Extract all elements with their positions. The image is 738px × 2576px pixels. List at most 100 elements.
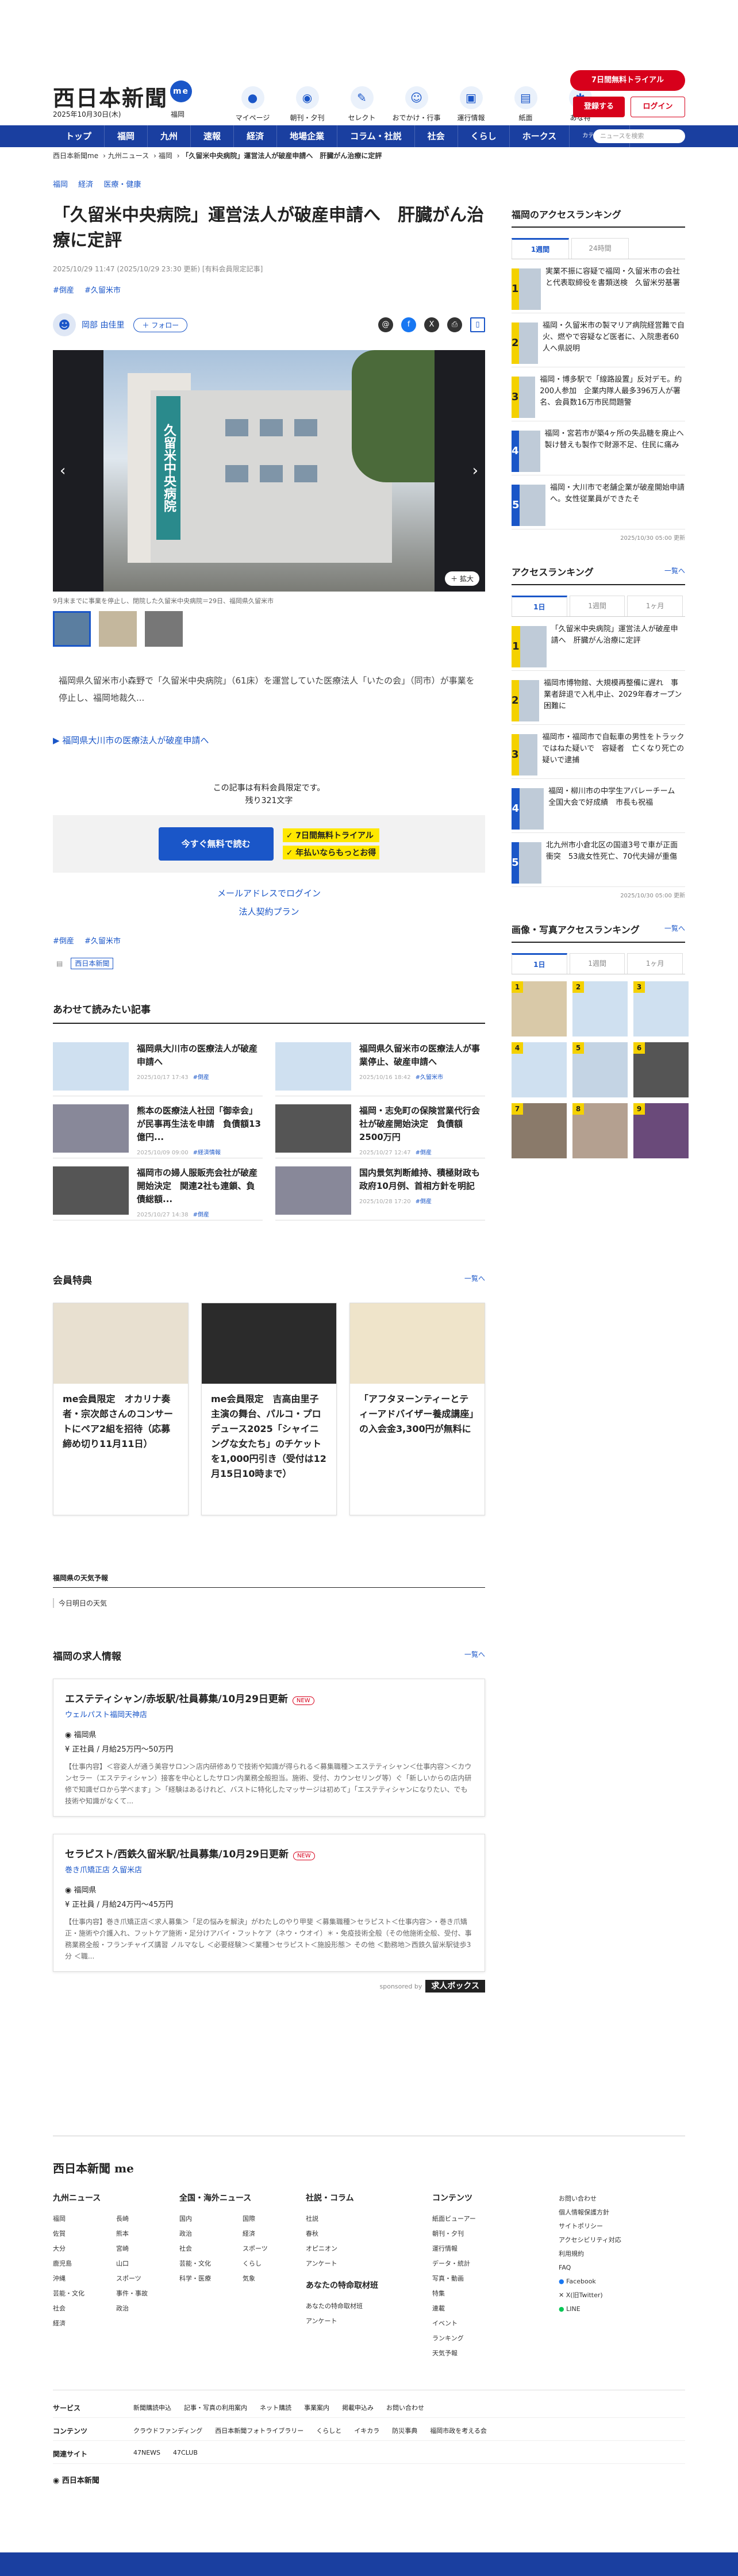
nav-column[interactable]: コラム・社説 — [337, 125, 415, 147]
section-tag[interactable]: 医療・健康 — [103, 181, 141, 189]
footer-link[interactable]: ランキング — [432, 2331, 559, 2346]
footer-link[interactable]: 山口 — [116, 2256, 179, 2271]
read-free-button[interactable]: 今すぐ無料で読む — [158, 827, 274, 861]
tab-24h[interactable]: 24時間 — [571, 238, 629, 259]
footer-link[interactable]: くらしと — [316, 2426, 341, 2436]
footer-link[interactable]: アンケート — [306, 2314, 432, 2329]
footer-link[interactable]: 社会 — [179, 2241, 243, 2256]
benefit-card[interactable]: me会員限定 吉高由里子主演の舞台、パルコ・プロデュース2025「シャイニングな… — [201, 1303, 337, 1515]
more-link[interactable]: 一覧へ — [664, 923, 685, 933]
ranking-item[interactable]: 1 「久留米中央病院」運営法人が破産申請へ 肝臓がん治療に定評 — [512, 617, 685, 671]
footer-link[interactable]: 熊本 — [116, 2226, 179, 2241]
article-photo[interactable]: 久留米中央病院 ‹ › ＋ 拡大 — [53, 350, 485, 592]
footer-link[interactable]: イベント — [432, 2316, 559, 2331]
tab-week[interactable]: 1週間 — [512, 238, 569, 259]
footer-link[interactable]: 政治 — [179, 2226, 243, 2241]
ranking-item[interactable]: 2 福岡・久留米市の製マリア病院経営難で自火、燃やで容疑など医者に、入院患者60人… — [512, 313, 685, 367]
trial-button[interactable]: 7日間無料トライアル — [570, 70, 685, 91]
photo-thumbnail[interactable] — [145, 611, 183, 647]
nav-hawks[interactable]: ホークス — [510, 125, 570, 147]
breadcrumb-item[interactable]: 福岡 — [159, 152, 172, 160]
nav-breaking[interactable]: 速報 — [191, 125, 235, 147]
footer-link[interactable]: オピニオン — [306, 2241, 432, 2256]
corporate-plan-link[interactable]: 法人契約プラン — [53, 903, 485, 921]
tab-week[interactable]: 1週間 — [569, 596, 625, 616]
ranking-item[interactable]: 3 福岡・博多駅で「線路設置」反対デモ。約200人参加 企業内隊人最多396万人が… — [512, 367, 685, 421]
footer-link[interactable]: ネット購読 — [260, 2403, 291, 2413]
photo-rank-item[interactable]: 1 — [512, 981, 567, 1036]
footer-link[interactable]: 運行情報 — [432, 2241, 559, 2256]
photo-rank-item[interactable]: 9 — [633, 1103, 689, 1158]
register-button[interactable]: 登録する — [573, 97, 625, 117]
tab-day[interactable]: 1日 — [512, 596, 567, 616]
nav-kyushu[interactable]: 九州 — [148, 125, 191, 147]
footer-link[interactable]: クラウドファンディング — [133, 2426, 202, 2436]
breadcrumb-item[interactable]: 九州ニュース — [108, 152, 149, 160]
footer-link[interactable]: 利用規約 — [559, 2247, 621, 2261]
nav-living[interactable]: くらし — [458, 125, 510, 147]
ranking-item[interactable]: 4 福岡・柳川市の中学生アバレーチーム 全国大会で好成績 市長も祝福 — [512, 779, 685, 833]
read-item[interactable]: 熊本の医療法人社団「御幸会」が民事再生法を申請 負債額13億円... 2025/1… — [53, 1096, 263, 1158]
footer-link[interactable]: 福岡市政を考える会 — [430, 2426, 487, 2436]
nav-fukuoka[interactable]: 福岡 — [105, 125, 148, 147]
ranking-item[interactable]: 2 福岡市博物館、大規模再整備に遅れ 事業者辞退で入札中止、2029年春オープン困… — [512, 671, 685, 725]
footer-link[interactable]: 事業案内 — [304, 2403, 329, 2413]
tab-month[interactable]: 1ヶ月 — [627, 953, 683, 974]
footer-link[interactable]: イキカラ — [354, 2426, 379, 2436]
job-card[interactable]: エステティシャン/赤坂駅/社員募集/10月29日更新 NEW ウェルパスト福岡天神… — [53, 1679, 485, 1817]
footer-link[interactable]: 芸能・文化 — [179, 2256, 243, 2271]
footer-link[interactable]: データ・統計 — [432, 2256, 559, 2271]
footer-link[interactable]: 朝刊・夕刊 — [432, 2226, 559, 2241]
company-logo[interactable]: ◉ 西日本新聞 — [53, 2474, 685, 2485]
more-link[interactable]: 一覧へ — [464, 1649, 485, 1659]
header-icon-paper[interactable]: ◉ 朝刊・夕刊 — [280, 86, 335, 122]
footer-link[interactable]: 西日本新聞フォトライブラリー — [215, 2426, 303, 2436]
nav-local-business[interactable]: 地場企業 — [277, 125, 338, 147]
nav-top[interactable]: トップ — [53, 125, 105, 147]
next-arrow-icon[interactable]: › — [472, 462, 478, 479]
footer-link[interactable]: アンケート — [306, 2256, 432, 2271]
follow-button[interactable]: ＋ フォロー — [133, 317, 188, 332]
nav-economy[interactable]: 経済 — [234, 125, 278, 147]
footer-link[interactable]: アクセシビリティ対応 — [559, 2233, 621, 2247]
footer-link[interactable]: お問い合わせ — [386, 2403, 424, 2413]
read-item[interactable]: 福岡・志免町の保険営業代行会社が破産開始決定 負債額2500万円 2025/10/… — [275, 1096, 485, 1158]
photo-rank-item[interactable]: 6 — [633, 1042, 689, 1097]
header-icon-shimen[interactable]: ▤ 紙面 — [498, 86, 553, 122]
read-item[interactable]: 福岡県大川市の医療法人が破産申請へ 2025/10/17 17:43 #倒産 — [53, 1034, 263, 1096]
more-link[interactable]: 一覧へ — [464, 1273, 485, 1283]
hashtag[interactable]: #久留米市 — [84, 286, 121, 295]
author-name[interactable]: 岡部 由佳里 — [82, 319, 124, 331]
ranking-item[interactable]: 1 実業不振に容疑で福岡・久留米市の会社と代表取締役を書類送検 久留米労基署 — [512, 259, 685, 313]
benefit-card[interactable]: 「アフタヌーンティーとティーアドバイザー養成講座」の入会金3,300円が無料に — [349, 1303, 485, 1515]
footer-link[interactable]: 長崎 — [116, 2212, 179, 2226]
read-item[interactable]: 福岡市の婦人服販売会社が破産開始決定 関連2社も連鎖、負債総額... 2025/1… — [53, 1158, 263, 1220]
footer-link[interactable]: 国際 — [243, 2212, 306, 2226]
footer-link[interactable]: 佐賀 — [53, 2226, 116, 2241]
footer-link[interactable]: 科学・医療 — [179, 2271, 243, 2286]
breadcrumb-item[interactable]: 西日本新聞me — [53, 152, 98, 160]
footer-link[interactable]: くらし — [243, 2256, 306, 2271]
tab-month[interactable]: 1ヶ月 — [627, 596, 683, 616]
nav-society[interactable]: 社会 — [415, 125, 458, 147]
photo-rank-item[interactable]: 5 — [572, 1042, 628, 1097]
header-icon-mypage[interactable]: ● マイページ — [225, 86, 280, 122]
tab-week[interactable]: 1週間 — [569, 953, 625, 974]
footer-link[interactable]: 福岡 — [53, 2212, 116, 2226]
footer-link[interactable]: 経済 — [53, 2316, 116, 2331]
header-icon-train[interactable]: ▣ 運行情報 — [444, 86, 498, 122]
bookmark-icon[interactable]: ▯ — [470, 317, 485, 332]
benefit-card[interactable]: me会員限定 オカリナ奏者・宗次郎さんのコンサートにペア2組を招待（応募締め切り… — [53, 1303, 189, 1515]
site-logo[interactable]: 西日本新聞 me — [53, 80, 193, 112]
footer-link[interactable]: 鹿児島 — [53, 2256, 116, 2271]
section-tag[interactable]: 福岡 — [53, 181, 68, 189]
avatar[interactable]: ☻ — [53, 313, 76, 336]
header-icon-select[interactable]: ✎ セレクト — [335, 86, 389, 122]
footer-link[interactable]: あなたの特命取材班 — [306, 2299, 432, 2314]
facebook-link[interactable]: ● Facebook — [559, 2275, 621, 2289]
footer-link[interactable]: 防災事典 — [392, 2426, 417, 2436]
line-link[interactable]: ● LINE — [559, 2302, 621, 2316]
facebook-icon[interactable]: f — [401, 317, 416, 332]
footer-link[interactable]: 記事・写真の利用案内 — [184, 2403, 247, 2413]
hashtag[interactable]: #倒産 — [53, 937, 74, 946]
